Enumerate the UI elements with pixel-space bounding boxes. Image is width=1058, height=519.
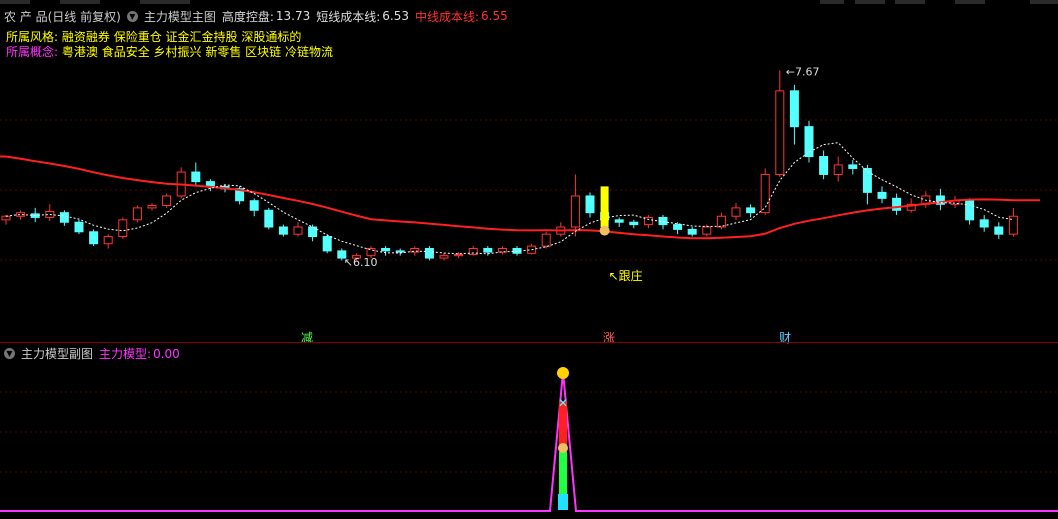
candle-body xyxy=(629,221,639,226)
candle-body xyxy=(293,226,303,235)
candle-body xyxy=(264,209,274,228)
candle-body xyxy=(103,236,113,245)
candle-body xyxy=(395,250,405,253)
candlestick-chart[interactable]: ←7.67 ↖6.10 ↖跟庄 xyxy=(0,0,1058,340)
candle-body xyxy=(541,233,551,247)
smiley-icon xyxy=(557,367,569,379)
candle-body xyxy=(424,248,434,259)
sub-gridlines xyxy=(0,391,1058,473)
candle-body xyxy=(454,253,464,257)
bottom-strip xyxy=(0,513,1058,519)
model-bar-cyan xyxy=(558,494,568,510)
high-price-label: ←7.67 xyxy=(786,66,820,79)
candle-body xyxy=(570,195,580,228)
model-bar-green xyxy=(559,452,567,494)
candle-body xyxy=(249,200,259,211)
candle-body xyxy=(804,126,814,158)
candle-body xyxy=(819,156,829,175)
candle-body xyxy=(278,226,288,235)
follow-bar xyxy=(600,186,609,227)
candle-body xyxy=(162,195,172,206)
candle-body xyxy=(789,90,799,128)
candle-body xyxy=(381,248,391,252)
candle-body xyxy=(322,236,332,252)
short-cost-line xyxy=(5,142,1014,255)
candle-body xyxy=(1,215,11,221)
candle-body xyxy=(643,216,653,226)
candle-body xyxy=(74,221,84,233)
candle-body xyxy=(775,90,785,175)
butterfly-icon: ✕ xyxy=(558,396,568,410)
candle-body xyxy=(877,191,887,199)
candle-body xyxy=(892,197,902,211)
money-bag-icon xyxy=(599,225,610,236)
candle-body xyxy=(994,226,1004,235)
candle-body xyxy=(89,231,99,245)
candle-body xyxy=(965,200,975,221)
candle-body xyxy=(147,205,157,209)
candle-body xyxy=(118,219,128,238)
candle-body xyxy=(862,167,872,193)
candle-body xyxy=(746,207,756,214)
candle-body xyxy=(673,224,683,230)
model-line xyxy=(0,371,1058,512)
candle-body xyxy=(191,171,201,183)
low-price-label: ↖6.10 xyxy=(344,256,378,269)
candle-body xyxy=(59,212,69,223)
candle-body xyxy=(366,248,376,257)
candle-body xyxy=(614,219,624,223)
candle-body xyxy=(585,195,595,214)
candle-body xyxy=(702,226,712,235)
candle-body xyxy=(731,207,741,217)
candle-body xyxy=(687,228,697,235)
money-bag-icon xyxy=(558,443,568,453)
candle-body xyxy=(833,164,843,175)
sub-model-chart[interactable]: ✕ xyxy=(0,342,1058,519)
candle-body xyxy=(848,164,858,169)
candle-body xyxy=(979,219,989,228)
candle-body xyxy=(132,207,142,221)
follow-label: ↖跟庄 xyxy=(609,268,643,283)
candle-body xyxy=(439,255,449,259)
candle-body xyxy=(483,248,493,253)
candle-body xyxy=(308,226,318,238)
